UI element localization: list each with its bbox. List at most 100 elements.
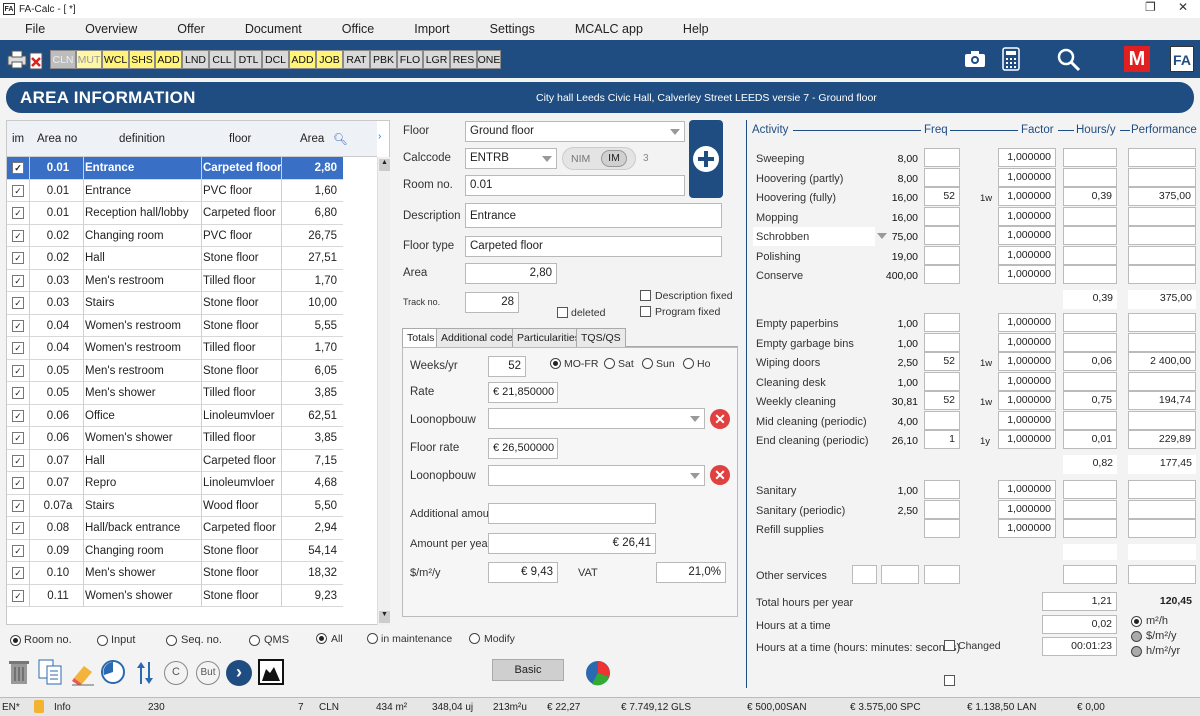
row-checkbox[interactable]: ✓ xyxy=(12,387,24,399)
weeks-input[interactable]: 52 xyxy=(488,356,526,377)
factor-input[interactable]: 1,000000 xyxy=(998,371,1056,391)
filter-modify-radio[interactable] xyxy=(469,633,480,644)
table-row[interactable]: ✓ 0.05 Men's shower Tilled floor 3,85 xyxy=(7,382,343,405)
performance-cell[interactable]: 375,00 xyxy=(1128,187,1196,206)
row-checkbox[interactable]: ✓ xyxy=(12,229,24,242)
toolbar-button-flo[interactable]: FLO xyxy=(397,50,423,69)
row-checkbox[interactable]: ✓ xyxy=(12,454,24,467)
performance-cell[interactable]: 194,74 xyxy=(1128,391,1196,410)
toolbar-button-lnd[interactable]: LND xyxy=(182,50,209,69)
freq-input[interactable] xyxy=(924,519,960,538)
hours-cell[interactable] xyxy=(1063,206,1117,226)
col-definition[interactable]: definition xyxy=(119,133,165,145)
im-option[interactable]: IM xyxy=(601,150,627,167)
toolbar-button-res[interactable]: RES xyxy=(450,50,477,69)
hours-cell[interactable] xyxy=(1063,265,1117,284)
hms-value[interactable]: 00:01:23 xyxy=(1042,637,1117,656)
factor-input[interactable]: 1,000000 xyxy=(998,410,1056,430)
calculator-icon[interactable] xyxy=(1002,47,1020,71)
freq-input[interactable] xyxy=(924,332,960,352)
printer-icon[interactable] xyxy=(6,49,28,69)
row-checkbox[interactable]: ✓ xyxy=(12,342,24,354)
total-hours-value[interactable]: 1,21 xyxy=(1042,592,1117,611)
factor-input[interactable]: 1,000000 xyxy=(998,167,1056,187)
menu-office[interactable]: Office xyxy=(342,22,374,36)
performance-cell[interactable] xyxy=(1128,206,1196,226)
area-input[interactable]: 2,80 xyxy=(465,263,557,284)
factor-input[interactable]: 1,000000 xyxy=(998,430,1056,449)
calccode-select[interactable]: ENTRB xyxy=(465,148,557,169)
clock-icon[interactable] xyxy=(100,659,126,685)
tab-totals[interactable]: Totals xyxy=(402,328,440,347)
search-column-icon[interactable]: 🔍︎ xyxy=(333,132,348,146)
table-row[interactable]: ✓ 0.07 Hall Carpeted floor 7,15 xyxy=(7,450,343,472)
day-sat-radio[interactable] xyxy=(604,358,615,369)
performance-cell[interactable] xyxy=(1128,480,1196,499)
freq-input[interactable] xyxy=(924,313,960,332)
freq-input[interactable] xyxy=(924,265,960,284)
factor-input[interactable]: 1,000000 xyxy=(998,187,1056,206)
factor-input[interactable]: 1,000000 xyxy=(998,499,1056,519)
sort-room-radio[interactable] xyxy=(10,635,21,646)
performance-cell[interactable] xyxy=(1128,226,1196,245)
menu-file[interactable]: File xyxy=(25,22,45,36)
rate-input[interactable]: € 21,850000 xyxy=(488,382,558,403)
sort-arrows-icon[interactable] xyxy=(135,660,155,686)
day-mofr-radio[interactable] xyxy=(550,358,561,369)
row-checkbox[interactable]: ✓ xyxy=(12,409,24,422)
restore-icon[interactable]: ❐ xyxy=(1145,0,1156,14)
hours-cell[interactable] xyxy=(1063,148,1117,167)
hours-at-time-value[interactable]: 0,02 xyxy=(1042,615,1117,634)
factor-input[interactable]: 1,000000 xyxy=(998,206,1056,226)
toolbar-button-add[interactable]: ADD xyxy=(289,50,316,69)
performance-cell[interactable] xyxy=(1128,245,1196,265)
freq-input[interactable]: 1 xyxy=(924,430,960,449)
table-row[interactable]: ✓ 0.03 Men's restroom Tilled floor 1,70 xyxy=(7,270,343,292)
factor-input[interactable]: 1,000000 xyxy=(998,352,1056,371)
hours-cell[interactable] xyxy=(1063,371,1117,391)
toolbar-button-cln[interactable]: CLN xyxy=(50,50,76,69)
table-row[interactable]: ✓ 0.01 Reception hall/lobby Carpeted floor 6… xyxy=(7,202,343,225)
close-icon[interactable]: ✕ xyxy=(1178,0,1188,14)
table-row[interactable]: ✓ 0.06 Office Linoleumvloer 62,51 xyxy=(7,405,343,427)
amtyear-input[interactable]: € 26,41 xyxy=(488,533,656,554)
factor-input[interactable]: 1,000000 xyxy=(998,480,1056,499)
trash-icon[interactable] xyxy=(8,658,30,686)
search-icon[interactable] xyxy=(1056,47,1082,73)
factor-input[interactable]: 1,000000 xyxy=(998,313,1056,332)
table-row[interactable]: ✓ 0.04 Women's restroom Tilled floor 1,70 xyxy=(7,337,343,360)
mcalc-logo[interactable]: M xyxy=(1124,46,1150,72)
changed-checkbox[interactable] xyxy=(944,640,955,651)
other-hours-input[interactable] xyxy=(1063,565,1117,584)
performance-cell[interactable] xyxy=(1128,410,1196,430)
table-row[interactable]: ✓ 0.11 Women's shower Stone floor 9,23 xyxy=(7,585,343,607)
freq-input[interactable]: 52 xyxy=(924,391,960,410)
table-row[interactable]: ✓ 0.08 Hall/back entrance Carpeted floor 2,9… xyxy=(7,517,343,540)
toolbar-button-cll[interactable]: CLL xyxy=(209,50,235,69)
row-checkbox[interactable]: ✓ xyxy=(12,477,24,489)
clear-loonopbouw1-icon[interactable]: ✕ xyxy=(710,409,730,429)
hours-cell[interactable] xyxy=(1063,499,1117,519)
performance-cell[interactable] xyxy=(1128,499,1196,519)
hours-cell[interactable] xyxy=(1063,480,1117,499)
menu-document[interactable]: Document xyxy=(245,22,302,36)
toolbar-button-dcl[interactable]: DCL xyxy=(262,50,289,69)
day-sun-radio[interactable] xyxy=(642,358,653,369)
factor-input[interactable]: 1,000000 xyxy=(998,245,1056,265)
toolbar-button-mut[interactable]: MUT xyxy=(76,50,102,69)
performance-cell[interactable]: 2 400,00 xyxy=(1128,352,1196,371)
hours-cell[interactable]: 0,75 xyxy=(1063,391,1117,410)
performance-cell[interactable] xyxy=(1128,332,1196,352)
factor-input[interactable]: 1,000000 xyxy=(998,148,1056,167)
other-perf-input[interactable] xyxy=(1128,565,1196,584)
table-row[interactable]: ✓ 0.09 Changing room Stone floor 54,14 xyxy=(7,540,343,562)
nim-option[interactable]: NIM xyxy=(571,153,590,165)
toolbar-button-job[interactable]: JOB xyxy=(316,50,343,69)
performance-cell[interactable] xyxy=(1128,265,1196,284)
hours-cell[interactable] xyxy=(1063,226,1117,245)
table-row[interactable]: ✓ 0.02 Changing room PVC floor 26,75 xyxy=(7,225,343,247)
filter-maint-radio[interactable] xyxy=(367,633,378,644)
menu-help[interactable]: Help xyxy=(683,22,709,36)
hours-cell[interactable]: 0,01 xyxy=(1063,430,1117,449)
other-val-input[interactable] xyxy=(852,565,877,584)
